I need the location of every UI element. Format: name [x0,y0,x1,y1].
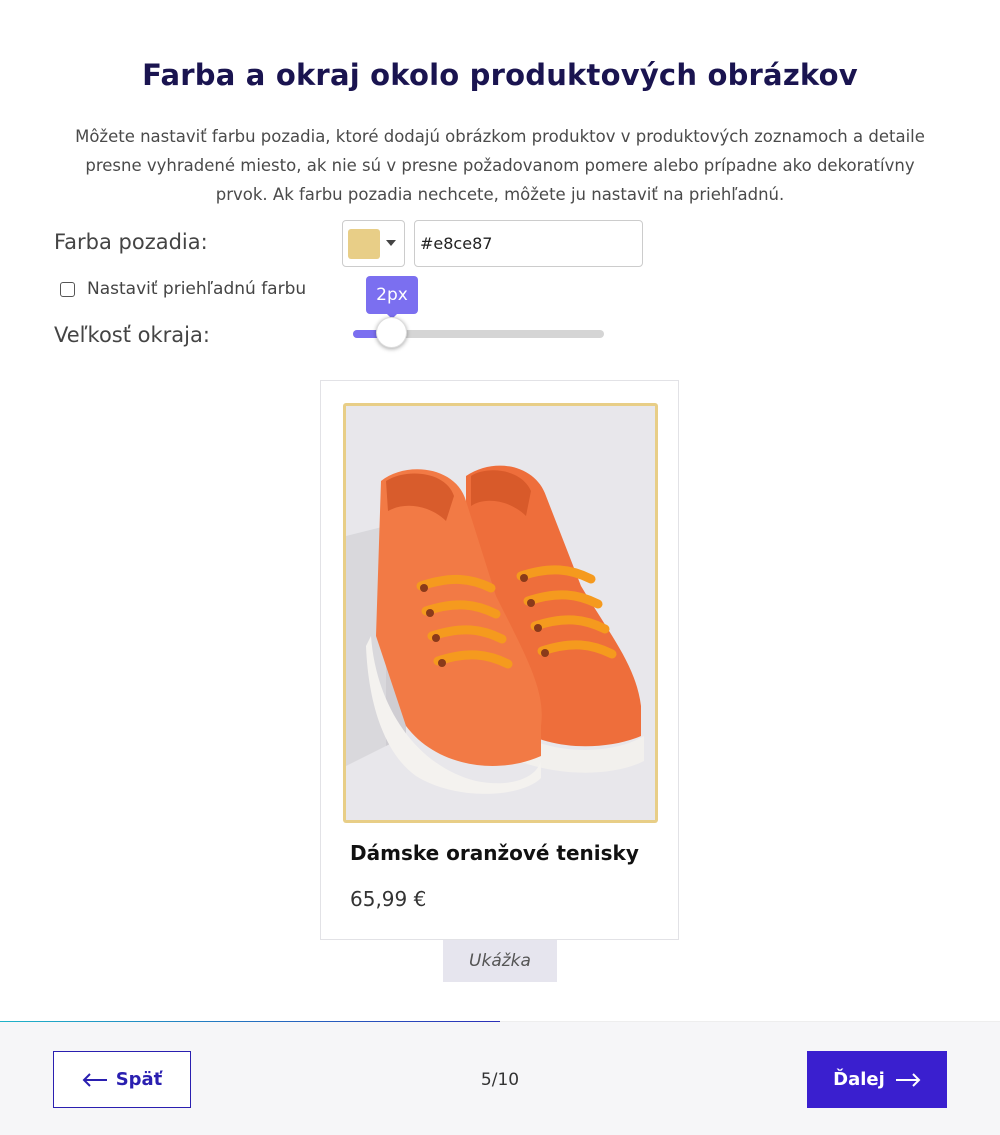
chevron-down-icon [386,240,396,246]
page-description: Môžete nastaviť farbu pozadia, ktoré dod… [75,127,925,204]
hex-color-input[interactable] [414,220,643,267]
color-picker-button[interactable] [342,220,405,267]
transparent-checkbox-label: Nastaviť priehľadnú farbu [87,279,307,299]
preview-tag: Ukážka [443,940,557,982]
product-image [346,406,655,820]
product-price: 65,99 € [350,887,427,911]
next-button[interactable]: Ďalej [807,1051,947,1108]
border-size-label: Veľkosť okraja: [54,323,210,347]
page-title: Farba a okraj okolo produktových obrázko… [142,58,858,92]
next-button-label: Ďalej [833,1069,885,1090]
product-preview-card: Dámske oranžové tenisky 65,99 € [320,380,679,940]
sneakers-image [346,406,655,820]
background-color-label: Farba pozadia: [54,230,208,254]
arrow-right-icon [895,1072,921,1087]
product-name: Dámske oranžové tenisky [350,841,639,865]
border-size-slider-thumb[interactable] [376,317,407,348]
color-swatch [348,229,380,259]
transparent-checkbox-row[interactable]: Nastaviť priehľadnú farbu [60,279,306,299]
product-image-frame [343,403,658,823]
slider-value-tooltip: 2px [366,276,418,314]
transparent-checkbox[interactable] [60,281,75,297]
